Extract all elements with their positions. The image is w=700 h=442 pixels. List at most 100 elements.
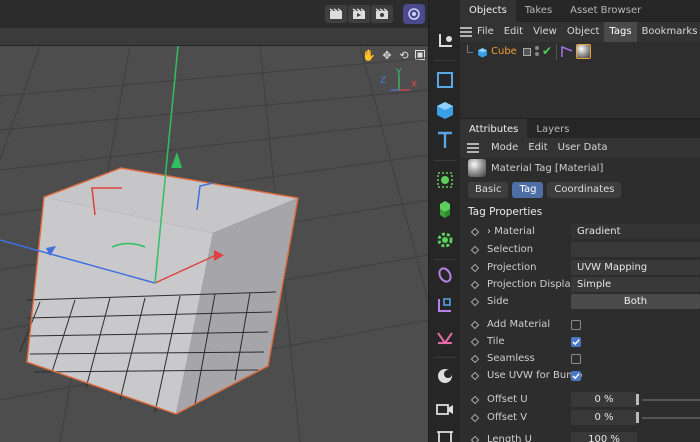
3d-scene[interactable] bbox=[0, 46, 428, 442]
tag-header: Material Tag [Material] bbox=[468, 159, 603, 177]
length-u-label: Length U bbox=[487, 434, 532, 442]
projection-label: Projection bbox=[487, 262, 537, 273]
render-region-icon[interactable] bbox=[325, 5, 347, 23]
offset-u-slider-knob[interactable] bbox=[636, 394, 639, 405]
selection-link-field[interactable] bbox=[571, 242, 700, 257]
use-uvw-checkbox[interactable] bbox=[571, 370, 581, 381]
render-settings-icon[interactable] bbox=[371, 5, 393, 23]
menu-user-data[interactable]: User Data bbox=[553, 138, 613, 158]
render-visibility-dot[interactable] bbox=[535, 52, 539, 56]
layer-toggle-icon[interactable] bbox=[523, 48, 531, 56]
material-link-field[interactable]: Gradient bbox=[571, 224, 700, 239]
scene-tool-icon[interactable] bbox=[432, 325, 458, 351]
prop-material: › Material Gradient bbox=[460, 223, 700, 240]
selection-tag-icon[interactable] bbox=[561, 45, 573, 61]
cube-primitive-icon[interactable] bbox=[432, 97, 458, 123]
side-dropdown[interactable]: Both bbox=[571, 294, 700, 309]
keyframe-diamond-icon[interactable] bbox=[470, 337, 480, 346]
menu-file[interactable]: File bbox=[472, 22, 499, 42]
tile-label: Tile bbox=[487, 336, 505, 347]
length-u-input[interactable]: 100 % bbox=[571, 432, 637, 442]
tree-line bbox=[467, 45, 473, 53]
attributes-panel: Attributes Layers Mode Edit User Data Ma… bbox=[460, 118, 700, 442]
keyframe-diamond-icon[interactable] bbox=[470, 245, 480, 254]
keyframe-diamond-icon[interactable] bbox=[470, 354, 480, 363]
menu-view[interactable]: View bbox=[528, 22, 562, 42]
prop-selection: Selection bbox=[460, 241, 700, 258]
prop-side: Side Both bbox=[460, 293, 700, 310]
keyframe-diamond-icon[interactable] bbox=[470, 435, 480, 442]
enabled-check-icon[interactable]: ✔ bbox=[542, 44, 552, 58]
keyframe-diamond-icon[interactable] bbox=[470, 227, 480, 236]
menu-mode[interactable]: Mode bbox=[486, 138, 523, 158]
prop-projection: Projection UVW Mapping bbox=[460, 259, 700, 276]
tile-checkbox[interactable] bbox=[571, 336, 581, 347]
keyframe-diamond-icon[interactable] bbox=[470, 371, 480, 380]
seamless-checkbox[interactable] bbox=[571, 353, 581, 364]
hamburger-menu-icon[interactable] bbox=[460, 22, 472, 42]
menu-edit[interactable]: Edit bbox=[499, 22, 528, 42]
offset-u-label: Offset U bbox=[487, 394, 528, 405]
prop-tile: Tile bbox=[460, 333, 700, 350]
add-material-checkbox[interactable] bbox=[571, 319, 581, 330]
tab-objects[interactable]: Objects bbox=[460, 0, 516, 22]
cube-object-icon bbox=[477, 47, 488, 61]
right-dock: Objects Takes Asset Browser File Edit Vi… bbox=[460, 0, 700, 442]
subtab-basic[interactable]: Basic bbox=[468, 182, 509, 198]
offset-v-label: Offset V bbox=[487, 412, 528, 423]
section-title: Tag Properties bbox=[468, 206, 543, 218]
tool-palette bbox=[428, 0, 460, 442]
camera-mode-icon[interactable] bbox=[403, 4, 425, 24]
offset-v-slider[interactable] bbox=[642, 417, 700, 419]
editor-visibility-dot[interactable] bbox=[535, 46, 539, 50]
viewport-menu-strip bbox=[0, 28, 428, 46]
offset-v-slider-knob[interactable] bbox=[636, 412, 639, 423]
subtab-coordinates[interactable]: Coordinates bbox=[547, 182, 622, 198]
field-tool-icon[interactable] bbox=[432, 262, 458, 288]
deformer-gear-icon[interactable] bbox=[432, 227, 458, 253]
keyframe-diamond-icon[interactable] bbox=[470, 297, 480, 306]
viewport-header bbox=[0, 0, 428, 28]
prop-use-uvw-bump: Use UVW for Bump bbox=[460, 367, 700, 384]
camera-object-icon[interactable] bbox=[432, 396, 458, 422]
keyframe-diamond-icon[interactable] bbox=[470, 320, 480, 329]
keyframe-diamond-icon[interactable] bbox=[470, 280, 480, 289]
menu-attr-edit[interactable]: Edit bbox=[523, 138, 552, 158]
expand-chevron-icon[interactable]: › bbox=[487, 226, 491, 237]
prop-length-u: Length U 100 % bbox=[460, 431, 700, 442]
menu-object[interactable]: Object bbox=[562, 22, 605, 42]
keyframe-diamond-icon[interactable] bbox=[470, 263, 480, 272]
side-label: Side bbox=[487, 296, 509, 307]
projection-display-label: Projection Display bbox=[487, 279, 577, 290]
object-row-cube[interactable]: Cube ✔ bbox=[460, 44, 700, 62]
keyframe-diamond-icon[interactable] bbox=[470, 413, 480, 422]
object-name[interactable]: Cube bbox=[491, 46, 517, 57]
object-manager-menu: File Edit View Object Tags Bookmarks bbox=[460, 22, 700, 42]
viewport-panel[interactable]: ✋ ✥ ⟲ Z Y X bbox=[0, 0, 428, 442]
coordinate-system-icon[interactable] bbox=[432, 28, 458, 54]
menu-bookmarks[interactable]: Bookmarks bbox=[637, 22, 700, 42]
attributes-hamburger-icon[interactable] bbox=[460, 138, 486, 158]
material-tag-icon[interactable] bbox=[576, 44, 591, 59]
menu-tags[interactable]: Tags bbox=[604, 22, 637, 42]
prop-seamless: Seamless bbox=[460, 350, 700, 367]
floor-object-icon[interactable] bbox=[432, 422, 458, 442]
axis-move-icon[interactable] bbox=[432, 292, 458, 318]
tab-takes[interactable]: Takes bbox=[516, 0, 561, 22]
render-view-icon[interactable] bbox=[348, 5, 370, 23]
projection-dropdown[interactable]: UVW Mapping bbox=[571, 260, 700, 275]
tab-asset-browser[interactable]: Asset Browser bbox=[561, 0, 650, 22]
offset-v-input[interactable]: 0 % bbox=[571, 410, 637, 425]
offset-u-input[interactable]: 0 % bbox=[571, 392, 637, 407]
text-tool-icon[interactable] bbox=[432, 127, 458, 153]
polygon-pen-icon[interactable] bbox=[432, 67, 458, 93]
keyframe-diamond-icon[interactable] bbox=[470, 395, 480, 404]
projection-display-dropdown[interactable]: Simple bbox=[571, 277, 700, 292]
offset-u-slider[interactable] bbox=[642, 399, 700, 401]
subtab-tag[interactable]: Tag bbox=[512, 182, 544, 198]
object-manager-tabs: Objects Takes Asset Browser bbox=[460, 0, 700, 22]
mograph-cloner-icon[interactable] bbox=[432, 197, 458, 223]
light-tool-icon[interactable] bbox=[432, 363, 458, 389]
prop-offset-u: Offset U 0 % bbox=[460, 391, 700, 408]
spline-tool-icon[interactable] bbox=[432, 167, 458, 193]
